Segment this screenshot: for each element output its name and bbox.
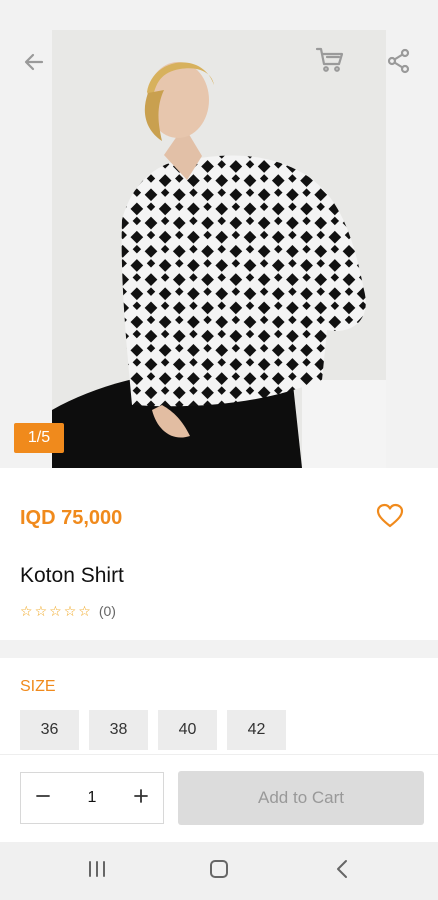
quantity-stepper: 1 bbox=[20, 772, 164, 824]
increase-quantity-button[interactable] bbox=[127, 784, 155, 812]
size-option-36[interactable]: 36 bbox=[20, 710, 79, 750]
star-outline-icon: ☆ bbox=[78, 603, 91, 619]
back-button[interactable] bbox=[16, 46, 52, 82]
star-outline-icon: ☆ bbox=[63, 603, 77, 619]
add-to-cart-button[interactable]: Add to Cart bbox=[178, 771, 424, 825]
star-outline-icon: ☆ bbox=[49, 603, 62, 619]
size-option-40[interactable]: 40 bbox=[158, 710, 217, 750]
product-gallery[interactable]: 1/5 bbox=[0, 0, 438, 468]
product-price: IQD 75,000 bbox=[20, 507, 123, 529]
home-icon bbox=[208, 858, 230, 885]
star-outline-icon: ☆ bbox=[20, 603, 33, 619]
cart-icon bbox=[314, 44, 346, 81]
system-navigation-bar bbox=[0, 842, 438, 900]
star-outline-icon: ☆ bbox=[34, 603, 48, 619]
size-option-42[interactable]: 42 bbox=[227, 710, 286, 750]
size-section: SIZE 36 38 40 42 bbox=[0, 658, 438, 754]
rating[interactable]: ☆ ☆ ☆ ☆ ☆ (0) bbox=[20, 603, 116, 619]
heart-outline-icon bbox=[376, 503, 404, 534]
size-option-38[interactable]: 38 bbox=[89, 710, 148, 750]
favorite-button[interactable] bbox=[372, 500, 408, 536]
product-info: IQD 75,000 Koton Shirt ☆ ☆ ☆ ☆ ☆ (0) bbox=[0, 468, 438, 640]
arrow-left-icon bbox=[22, 50, 46, 79]
recents-button[interactable] bbox=[80, 856, 114, 886]
plus-icon bbox=[133, 788, 149, 809]
product-photo bbox=[52, 30, 386, 468]
rating-count: (0) bbox=[98, 603, 116, 619]
back-icon bbox=[333, 858, 351, 885]
home-button[interactable] bbox=[202, 856, 236, 886]
purchase-bar: 1 Add to Cart bbox=[0, 754, 438, 842]
recents-icon bbox=[86, 859, 108, 884]
quantity-value: 1 bbox=[87, 789, 97, 806]
share-icon bbox=[386, 48, 412, 79]
image-counter: 1/5 bbox=[14, 423, 64, 453]
product-title: Koton Shirt bbox=[20, 564, 124, 587]
size-options: 36 38 40 42 bbox=[20, 710, 286, 750]
decrease-quantity-button[interactable] bbox=[29, 784, 57, 812]
share-button[interactable] bbox=[381, 45, 417, 81]
system-back-button[interactable] bbox=[325, 856, 359, 886]
cart-button[interactable] bbox=[312, 44, 348, 80]
size-label: SIZE bbox=[20, 678, 56, 695]
minus-icon bbox=[35, 788, 51, 809]
